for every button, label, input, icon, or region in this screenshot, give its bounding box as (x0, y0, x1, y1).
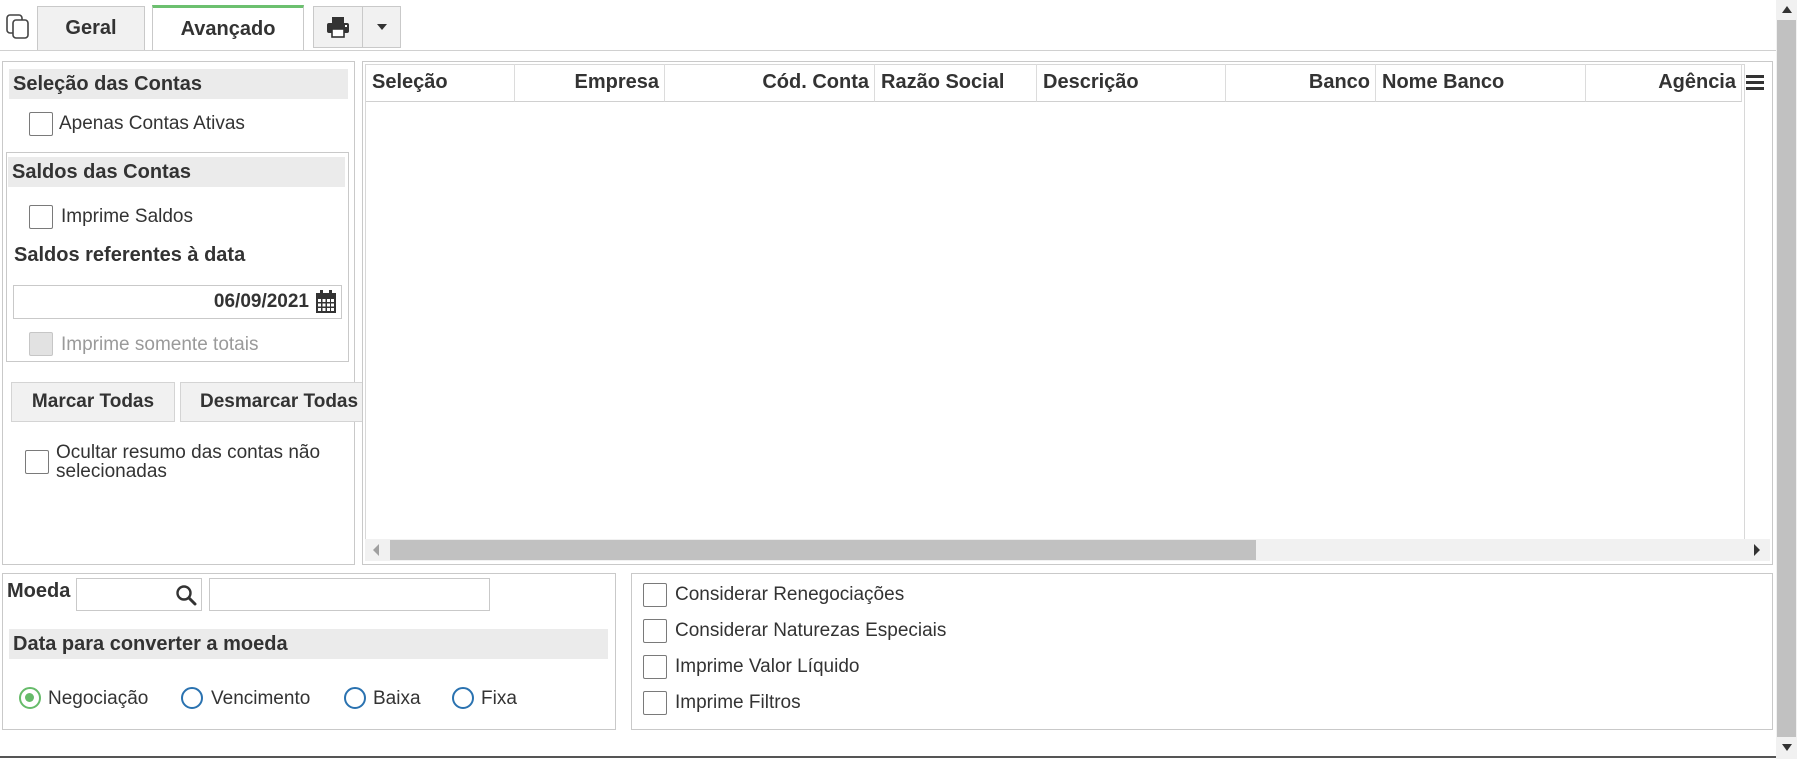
column-menu-icon[interactable] (1745, 72, 1765, 92)
horizontal-scrollbar-thumb[interactable] (390, 540, 1256, 560)
radio-negociacao[interactable] (19, 687, 41, 709)
print-net-value-checkbox[interactable] (643, 655, 667, 679)
hide-unselected-summary-label: Ocultar resumo das contas não selecionad… (56, 443, 320, 481)
consider-special-natures-checkbox[interactable] (643, 619, 667, 643)
tab-avancado[interactable]: Avançado (152, 5, 304, 51)
copy-icon[interactable] (6, 14, 30, 40)
only-active-accounts-label: Apenas Contas Ativas (59, 113, 245, 134)
print-filters-checkbox[interactable] (643, 691, 667, 715)
radio-fixa-label: Fixa (481, 688, 517, 709)
column-header-banco[interactable]: Banco (1226, 64, 1376, 102)
scroll-right-arrow-icon[interactable] (1752, 543, 1762, 557)
column-header-empresa[interactable]: Empresa (515, 64, 665, 102)
print-totals-only-label: Imprime somente totais (61, 334, 259, 355)
balances-date-label: Saldos referentes à data (14, 244, 246, 266)
column-header-cod-conta[interactable]: Cód. Conta (665, 64, 875, 102)
currency-description-input[interactable] (209, 578, 490, 611)
section-title: Saldos das Contas (12, 160, 191, 183)
tab-strip-divider (0, 50, 1776, 51)
column-header-razao-social[interactable]: Razão Social (875, 64, 1037, 102)
print-button-group (313, 6, 401, 48)
balances-date-input[interactable]: 06/09/2021 (13, 285, 342, 319)
consider-renegotiations-checkbox[interactable] (643, 583, 667, 607)
only-active-accounts-checkbox[interactable] (29, 112, 53, 136)
currency-label: Moeda (7, 580, 71, 602)
column-header-descricao[interactable]: Descrição (1037, 64, 1226, 102)
balances-section-header: Saldos das Contas (8, 157, 345, 187)
radio-negociacao-label: Negociação (48, 688, 149, 709)
print-balances-label: Imprime Saldos (61, 206, 193, 227)
column-header-selecao[interactable]: Seleção (366, 64, 515, 102)
radio-baixa-label: Baixa (373, 688, 421, 709)
tab-geral[interactable]: Geral (37, 6, 145, 50)
printer-icon (327, 17, 349, 38)
consider-renegotiations-label: Considerar Renegociações (675, 584, 905, 605)
conversion-date-section-header: Data para converter a moeda (9, 629, 608, 659)
print-button[interactable] (314, 7, 363, 47)
date-value: 06/09/2021 (213, 291, 309, 312)
print-filters-label: Imprime Filtros (675, 692, 801, 713)
radio-vencimento-label: Vencimento (211, 688, 311, 709)
scroll-down-arrow-icon[interactable] (1781, 743, 1793, 753)
print-balances-checkbox[interactable] (29, 205, 53, 229)
print-net-value-label: Imprime Valor Líquido (675, 656, 860, 677)
bottom-divider (0, 756, 1776, 758)
hide-unselected-summary-checkbox[interactable] (25, 450, 49, 474)
print-totals-only-checkbox (29, 332, 53, 356)
label-line: selecionadas (56, 461, 167, 482)
section-title: Seleção das Contas (13, 72, 202, 95)
deselect-all-button[interactable]: Desmarcar Todas (180, 382, 363, 422)
vertical-scrollbar-thumb[interactable] (1777, 20, 1796, 737)
search-icon[interactable] (175, 584, 197, 606)
accounts-section-header: Seleção das Contas (9, 69, 348, 99)
caret-down-icon (376, 24, 387, 30)
consider-special-natures-label: Considerar Naturezas Especiais (675, 620, 947, 641)
print-options-dropdown[interactable] (363, 7, 400, 47)
radio-vencimento[interactable] (181, 687, 203, 709)
select-all-button[interactable]: Marcar Todas (11, 382, 175, 422)
column-header-nome-banco[interactable]: Nome Banco (1376, 64, 1586, 102)
scroll-left-arrow-icon[interactable] (371, 543, 381, 557)
grid-body (365, 64, 1745, 541)
label-line: Ocultar resumo das contas não (56, 442, 321, 463)
scroll-up-arrow-icon[interactable] (1781, 4, 1793, 14)
radio-fixa[interactable] (452, 687, 474, 709)
column-header-agencia[interactable]: Agência (1586, 64, 1742, 102)
section-title: Data para converter a moeda (13, 632, 288, 655)
calendar-icon[interactable] (315, 290, 337, 314)
radio-baixa[interactable] (344, 687, 366, 709)
